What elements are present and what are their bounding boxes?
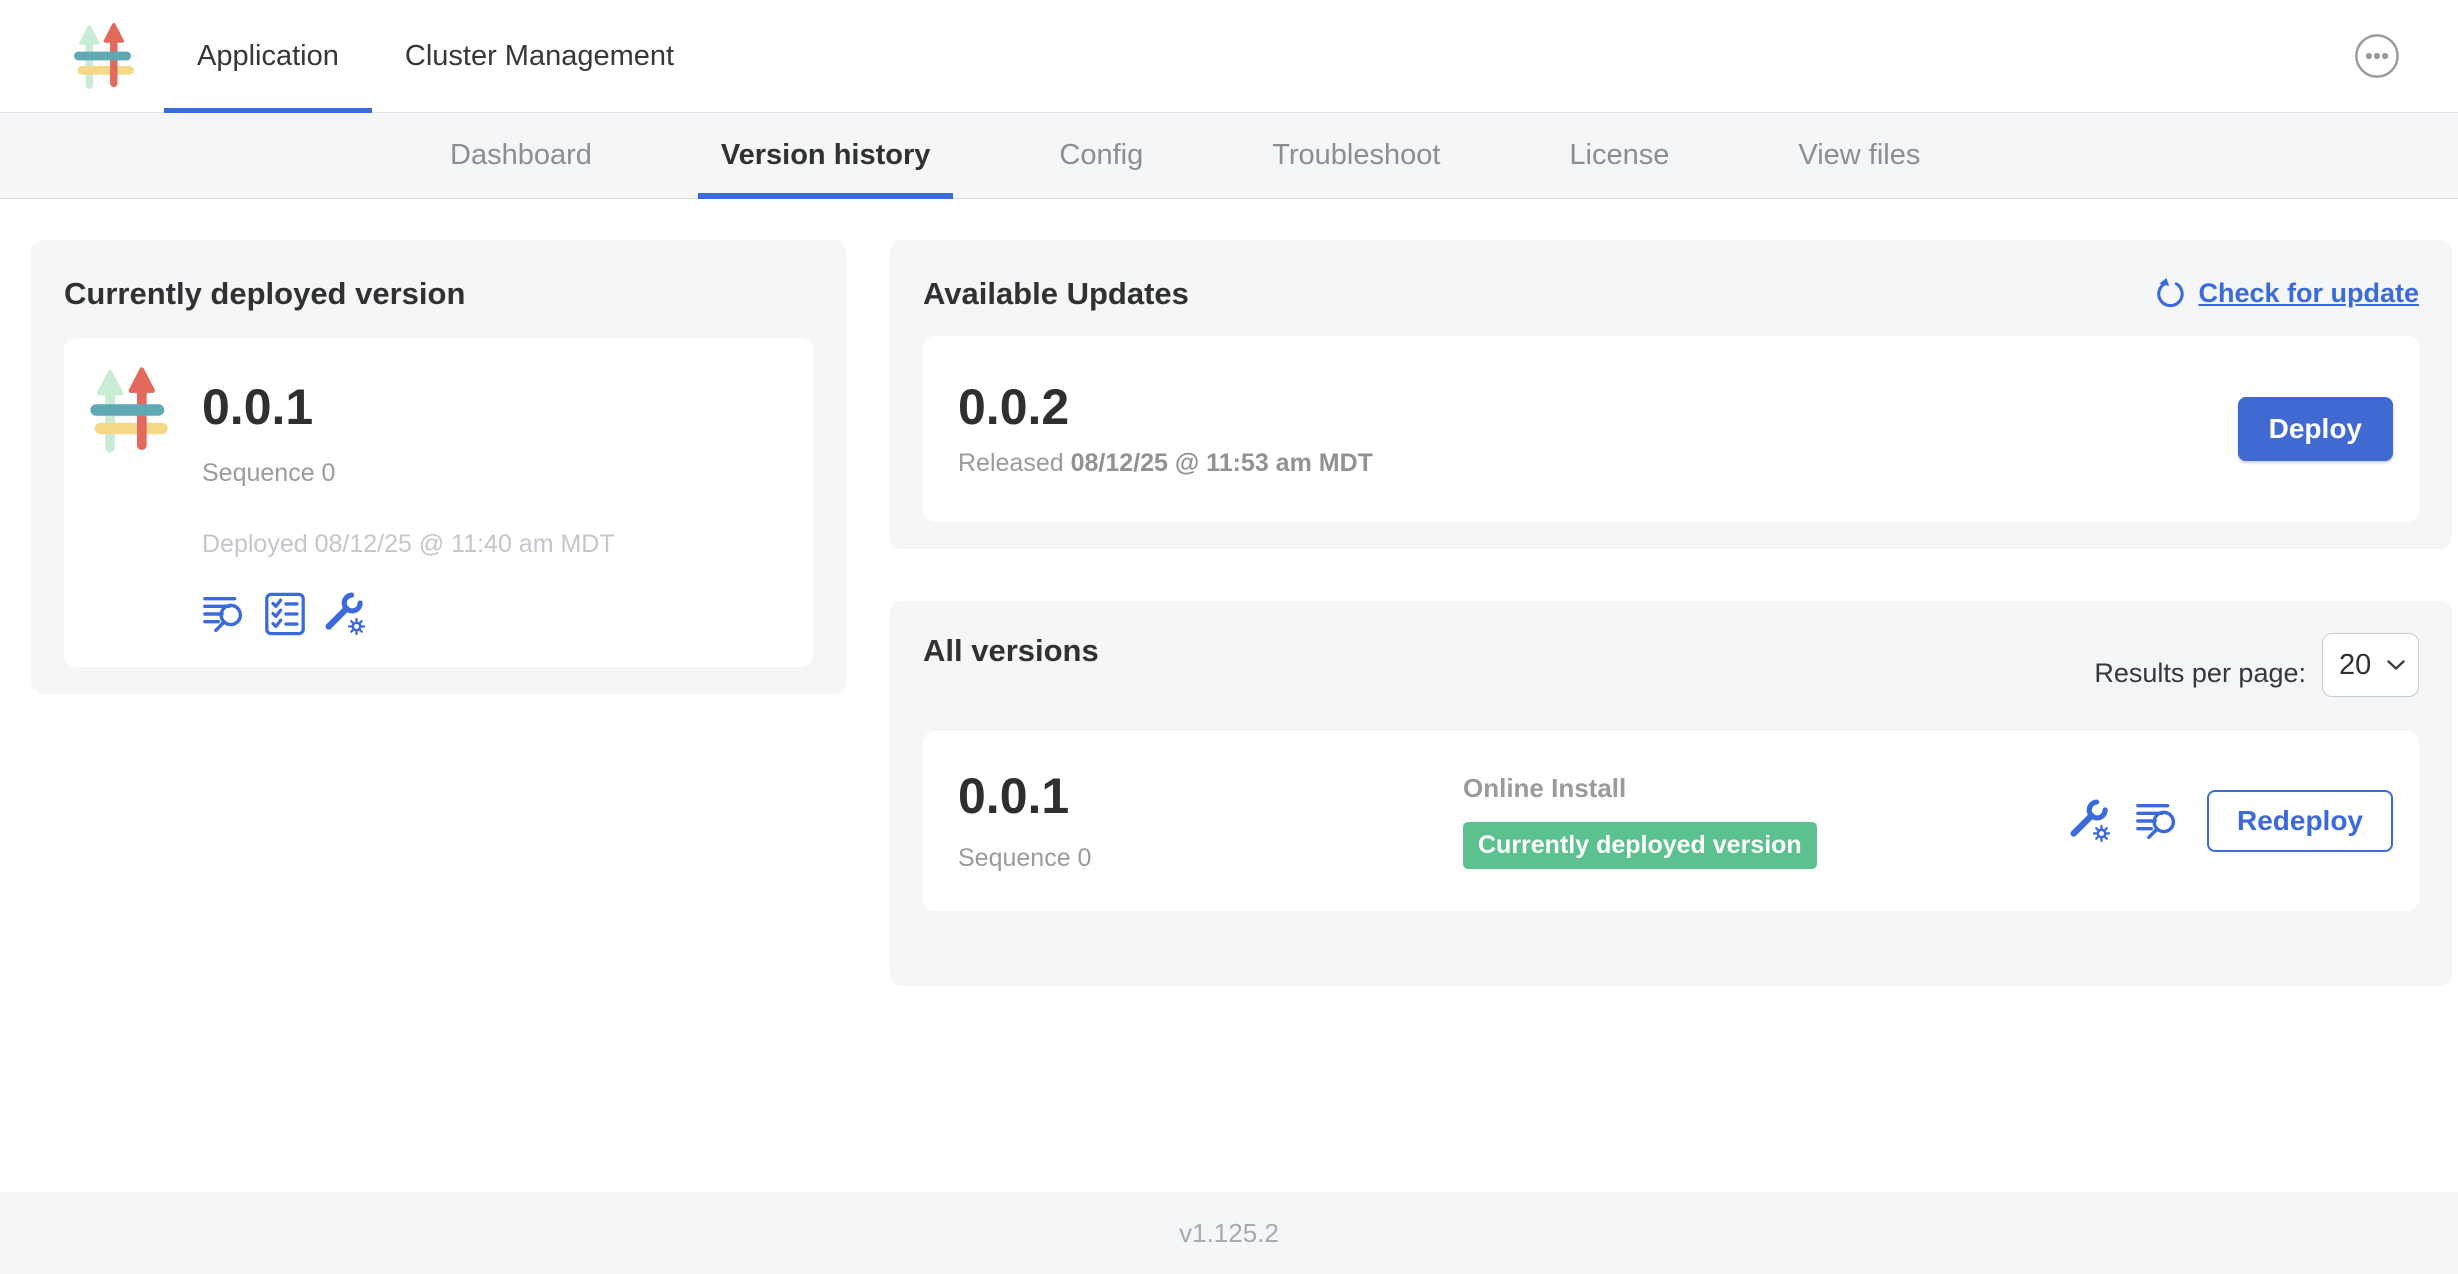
- deployed-actions: [202, 591, 615, 637]
- results-per-page-select[interactable]: 20: [2322, 633, 2419, 697]
- results-per-page: Results per page: 20: [2094, 633, 2419, 697]
- all-versions-title: All versions: [923, 633, 1099, 669]
- version-row: 0.0.1 Sequence 0 Online Install Currentl…: [923, 731, 2419, 911]
- app-logo-icon: [89, 366, 177, 454]
- check-for-update-link[interactable]: Check for update: [2155, 278, 2419, 309]
- deployed-version-panel: 0.0.1 Sequence 0 Deployed 08/12/25 @ 11:…: [64, 338, 813, 667]
- tab-application[interactable]: Application: [164, 0, 372, 112]
- results-per-page-value: 20: [2339, 649, 2371, 682]
- redeploy-button[interactable]: Redeploy: [2207, 790, 2393, 852]
- all-versions-card: All versions Results per page: 20 0.0.: [890, 601, 2452, 986]
- config-wrench-gear-icon[interactable]: [2067, 798, 2113, 844]
- right-column: Available Updates Check for update 0.0.2…: [890, 240, 2452, 986]
- deployed-version-number: 0.0.1: [202, 380, 615, 435]
- subnav-item-license[interactable]: License: [1546, 113, 1692, 198]
- subnav-item-config[interactable]: Config: [1036, 113, 1166, 198]
- console-version: v1.125.2: [1179, 1218, 1279, 1249]
- app-subnav: Dashboard Version history Config Trouble…: [0, 113, 2458, 199]
- currently-deployed-card: Currently deployed version 0.0.1 Sequenc…: [31, 240, 846, 694]
- row-version-number: 0.0.1: [958, 769, 1463, 824]
- all-versions-header: All versions Results per page: 20: [923, 633, 2419, 697]
- app-tabs: Application Cluster Management: [164, 0, 707, 112]
- row-sequence: Sequence 0: [958, 844, 1463, 873]
- deployed-sequence: Sequence 0: [202, 459, 615, 488]
- currently-deployed-title: Currently deployed version: [64, 276, 813, 312]
- version-row-status: Online Install Currently deployed versio…: [1463, 773, 2067, 869]
- available-updates-header: Available Updates Check for update: [923, 276, 2419, 312]
- subnav-item-dashboard[interactable]: Dashboard: [427, 113, 615, 198]
- console-footer: v1.125.2: [0, 1192, 2458, 1274]
- check-for-update-label: Check for update: [2198, 278, 2419, 309]
- subnav-item-version-history[interactable]: Version history: [698, 113, 954, 198]
- version-row-info: 0.0.1 Sequence 0: [958, 769, 1463, 873]
- preflight-checklist-icon[interactable]: [262, 591, 308, 637]
- chevron-down-icon: [2387, 660, 2405, 671]
- install-type-label: Online Install: [1463, 773, 2067, 804]
- admin-console: Application Cluster Management Dashboard…: [0, 0, 2458, 1274]
- refresh-icon: [2155, 278, 2186, 309]
- app-logo: [73, 0, 141, 112]
- logs-search-icon[interactable]: [2135, 798, 2181, 844]
- version-history-page: Currently deployed version 0.0.1 Sequenc…: [0, 199, 2458, 1192]
- deploy-button[interactable]: Deploy: [2238, 397, 2393, 461]
- results-per-page-label: Results per page:: [2094, 658, 2306, 689]
- subnav-item-troubleshoot[interactable]: Troubleshoot: [1249, 113, 1463, 198]
- ellipsis-circle-icon: [2354, 33, 2400, 79]
- deployed-version-info: 0.0.1 Sequence 0 Deployed 08/12/25 @ 11:…: [202, 366, 615, 637]
- left-column: Currently deployed version 0.0.1 Sequenc…: [31, 240, 846, 694]
- update-row: 0.0.2 Released 08/12/25 @ 11:53 am MDT D…: [923, 336, 2419, 522]
- released-date: 08/12/25 @ 11:53 am MDT: [1071, 449, 1373, 477]
- config-wrench-gear-icon[interactable]: [322, 591, 368, 637]
- update-version-number: 0.0.2: [958, 380, 1373, 435]
- app-logo-icon: [73, 21, 141, 91]
- update-info: 0.0.2 Released 08/12/25 @ 11:53 am MDT: [958, 380, 1373, 478]
- more-options-button[interactable]: [2354, 33, 2400, 79]
- logs-search-icon[interactable]: [202, 591, 248, 637]
- top-navbar: Application Cluster Management: [0, 0, 2458, 113]
- currently-deployed-badge: Currently deployed version: [1463, 822, 1817, 869]
- update-released-line: Released 08/12/25 @ 11:53 am MDT: [958, 449, 1373, 478]
- available-updates-card: Available Updates Check for update 0.0.2…: [890, 240, 2452, 549]
- deployed-timestamp: Deployed 08/12/25 @ 11:40 am MDT: [202, 530, 615, 559]
- tab-cluster-management[interactable]: Cluster Management: [372, 0, 707, 112]
- available-updates-title: Available Updates: [923, 276, 1189, 312]
- released-prefix: Released: [958, 449, 1064, 477]
- version-row-actions: Redeploy: [2067, 790, 2393, 852]
- subnav-item-view-files[interactable]: View files: [1775, 113, 1943, 198]
